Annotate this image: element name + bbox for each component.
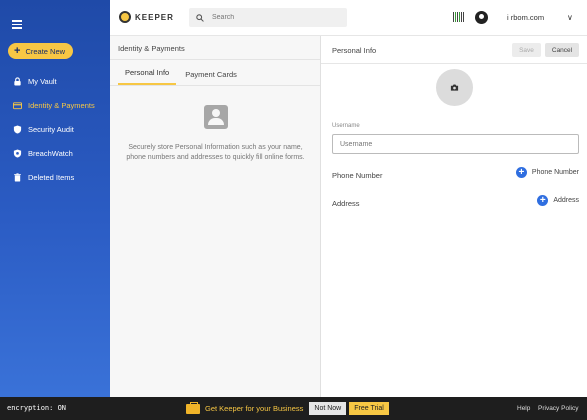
sidebar: + Create New My Vault Identity & Payment… [0, 0, 110, 397]
tab-personal-info[interactable]: Personal Info [118, 68, 177, 85]
address-row: Address + Address [321, 195, 587, 215]
add-phone-label: Phone Number [531, 169, 579, 176]
create-new-label: Create New [25, 46, 66, 56]
detail-panel: Personal Info Save Cancel Username Phone… [321, 36, 587, 397]
tab-payment-cards[interactable]: Payment Cards [178, 70, 244, 85]
add-address-label: Address [553, 197, 579, 204]
sidebar-item-deleted-items[interactable]: Deleted Items [0, 165, 110, 189]
card-icon [13, 101, 22, 109]
top-bar: KEEPER i rbom.com ∨ [110, 0, 587, 36]
search-box[interactable] [189, 8, 347, 27]
encryption-status: encryption: ON [7, 404, 67, 412]
username-field[interactable] [332, 134, 579, 154]
camera-icon [450, 84, 459, 91]
sidebar-item-label: BreachWatch [28, 148, 73, 158]
plus-icon: + [14, 44, 21, 57]
trash-icon [14, 172, 21, 182]
create-new-button[interactable]: + Create New [8, 43, 73, 59]
sidebar-item-my-vault[interactable]: My Vault [0, 69, 110, 93]
detail-title: Personal Info [332, 46, 377, 55]
sidebar-item-breachwatch[interactable]: BreachWatch [0, 141, 110, 165]
address-label: Address [332, 199, 360, 208]
photo-upload-button[interactable] [436, 69, 473, 106]
privacy-policy-link[interactable]: Privacy Policy [538, 405, 578, 412]
briefcase-icon [186, 401, 200, 414]
add-address-button[interactable]: + Address [537, 195, 579, 206]
extension-icon[interactable] [453, 12, 464, 22]
shield-icon [13, 124, 22, 134]
phone-label: Phone Number [332, 171, 383, 180]
search-icon [196, 13, 204, 22]
save-button[interactable]: Save [512, 43, 541, 57]
phone-row: Phone Number + Phone Number [321, 167, 587, 187]
business-promo: Get Keeper for your Business Not Now Fre… [186, 401, 389, 415]
empty-state-text: Securely store Personal Information such… [126, 144, 305, 161]
sidebar-item-label: Deleted Items [28, 172, 75, 182]
sidebar-item-label: Identity & Payments [28, 100, 95, 110]
cancel-button[interactable]: Cancel [545, 43, 579, 57]
user-avatar-icon[interactable] [475, 11, 488, 24]
list-title: Identity & Payments [110, 36, 320, 60]
keeper-logo: KEEPER [119, 11, 174, 23]
user-email[interactable]: i rbom.com [507, 13, 544, 22]
menu-icon[interactable] [12, 20, 22, 29]
sidebar-item-security-audit[interactable]: Security Audit [0, 117, 110, 141]
detail-header: Personal Info Save Cancel [321, 36, 587, 64]
chevron-down-icon[interactable]: ∨ [567, 13, 573, 22]
add-circle-icon: + [537, 195, 549, 206]
contact-card-icon [203, 105, 228, 129]
help-link[interactable]: Help [517, 405, 530, 412]
sidebar-item-identity-payments[interactable]: Identity & Payments [0, 93, 110, 117]
sidebar-item-label: Security Audit [28, 124, 74, 134]
sidebar-item-label: My Vault [28, 76, 57, 86]
breachwatch-icon [13, 148, 22, 158]
free-trial-button[interactable]: Free Trial [349, 402, 389, 415]
list-panel: Identity & Payments Personal Info Paymen… [110, 36, 321, 397]
search-input[interactable] [212, 14, 342, 21]
add-circle-icon: + [515, 167, 527, 178]
not-now-button[interactable]: Not Now [309, 402, 347, 415]
keeper-logo-icon [119, 11, 131, 23]
logo-text: KEEPER [135, 12, 174, 22]
empty-state: Securely store Personal Information such… [110, 105, 321, 162]
promo-text: Get Keeper for your Business [205, 404, 304, 413]
lock-icon [14, 76, 21, 86]
add-phone-button[interactable]: + Phone Number [515, 167, 579, 178]
sidebar-nav: My Vault Identity & Payments Security Au… [0, 69, 110, 189]
tab-bar: Personal Info Payment Cards [110, 60, 320, 86]
bottom-bar: encryption: ON Get Keeper for your Busin… [0, 397, 587, 420]
username-label: Username [332, 123, 360, 129]
